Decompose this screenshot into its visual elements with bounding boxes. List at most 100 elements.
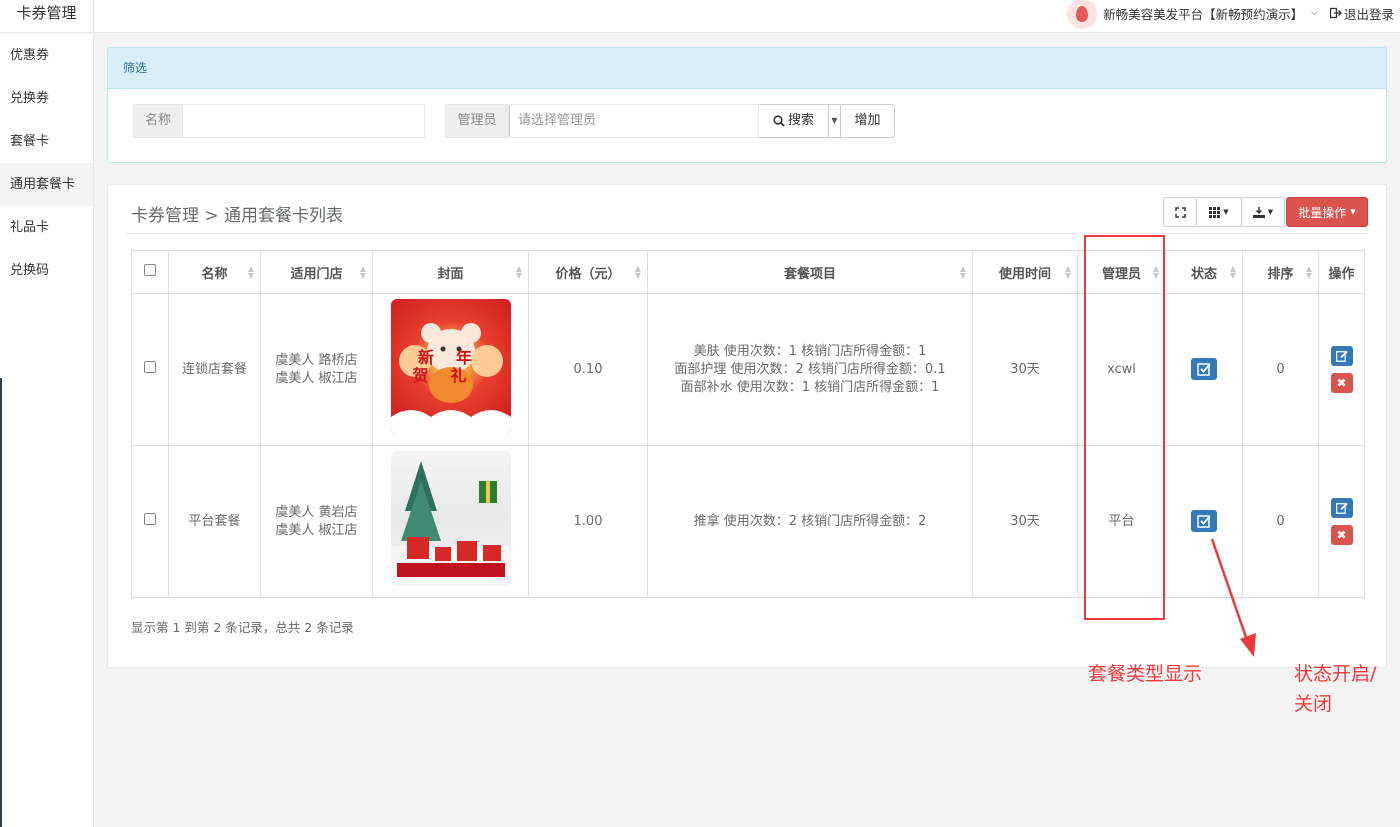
column-header-sort[interactable]: 排序 ▲ ▼ bbox=[1242, 250, 1319, 294]
pagination-info: 显示第 1 到第 2 条记录，总共 2 条记录 bbox=[131, 620, 354, 635]
sort-icon: ▲ ▼ bbox=[1305, 264, 1312, 280]
column-header-status[interactable]: 状态 ▲ ▼ bbox=[1165, 250, 1243, 294]
cell-duration: 30天 bbox=[972, 293, 1078, 446]
table-row: 连锁店套餐 虞美人 路桥店 虞美人 椒江店 新年贺礼 0.10 美肤 使用次数：… bbox=[131, 293, 1365, 446]
sidebar-item-coupon[interactable]: 优惠券 bbox=[0, 34, 93, 77]
sort-icon: ▲ ▼ bbox=[634, 264, 641, 280]
batch-operations-button[interactable]: 批量操作 ▼ bbox=[1286, 197, 1368, 227]
sort-icon: ▲ ▼ bbox=[247, 264, 254, 280]
package-card-table: 名称 ▲ ▼ 适用门店 ▲ ▼ 封面 ▲ ▼ 价格（元） ▲ ▼ 套餐项目 ▲ ▼ 使用时间 ▲ ▼ 管… bbox=[131, 250, 1365, 598]
avatar[interactable] bbox=[1067, 0, 1098, 29]
grid-icon bbox=[1209, 206, 1221, 218]
admin-select[interactable]: 请选择管理员 bbox=[509, 104, 759, 138]
batch-label: 批量操作 bbox=[1298, 205, 1347, 220]
top-right-area: 新畅美容美发平台【新畅预约演示】 ⌵ 退出登录 bbox=[1067, 0, 1394, 29]
checkbox-edit-icon bbox=[1197, 362, 1211, 376]
caret-down-icon: ▼ bbox=[1267, 208, 1274, 216]
column-header-duration[interactable]: 使用时间 ▲ ▼ bbox=[972, 250, 1078, 294]
search-label: 搜索 bbox=[787, 113, 814, 128]
row-checkbox[interactable] bbox=[144, 360, 156, 373]
annotation-highlight-box bbox=[1084, 235, 1165, 620]
fullscreen-icon bbox=[1174, 206, 1186, 218]
status-toggle-button[interactable] bbox=[1191, 357, 1217, 380]
filter-title: 筛选 bbox=[108, 48, 1386, 89]
search-button[interactable]: 搜索 bbox=[759, 104, 829, 138]
top-bar: 卡券管理 新畅美容美发平台【新畅预约演示】 ⌵ 退出登录 bbox=[0, 0, 1400, 33]
cell-duration: 30天 bbox=[972, 445, 1078, 598]
edit-icon bbox=[1335, 350, 1348, 362]
close-icon: ✖ bbox=[1336, 528, 1347, 542]
cell-actions: ✖ bbox=[1318, 293, 1365, 446]
delete-button[interactable]: ✖ bbox=[1330, 525, 1353, 545]
edit-button[interactable] bbox=[1330, 346, 1353, 366]
column-header-items[interactable]: 套餐项目 ▲ ▼ bbox=[647, 250, 973, 294]
cover-image[interactable] bbox=[390, 451, 511, 586]
list-panel: 卡券管理 > 通用套餐卡列表 ▼ ▼ 批量操作 ▼ 名称 ▲ ▼ 适用门店 ▲ ▼ 封面… bbox=[107, 184, 1387, 668]
name-filter-group: 名称 bbox=[133, 104, 425, 138]
name-input[interactable] bbox=[183, 104, 425, 138]
search-icon bbox=[773, 115, 785, 127]
cell-actions: ✖ bbox=[1318, 445, 1365, 598]
delete-button[interactable]: ✖ bbox=[1330, 373, 1353, 393]
row-checkbox[interactable] bbox=[144, 512, 156, 525]
cell-price: 1.00 bbox=[528, 445, 648, 598]
column-header-stores[interactable]: 适用门店 ▲ ▼ bbox=[260, 250, 373, 294]
filter-panel: 筛选 名称 管理员 请选择管理员 搜索 ▼ 增加 bbox=[107, 47, 1387, 163]
divider bbox=[126, 233, 1368, 234]
search-dropdown-toggle[interactable]: ▼ bbox=[829, 104, 841, 138]
name-label: 名称 bbox=[133, 104, 183, 138]
sidebar-item-exchange-voucher[interactable]: 兑换券 bbox=[0, 77, 93, 120]
admin-label: 管理员 bbox=[445, 104, 509, 138]
sidebar-item-gift-card[interactable]: 礼品卡 bbox=[0, 206, 93, 249]
close-icon: ✖ bbox=[1336, 376, 1347, 390]
cover-illustration bbox=[390, 461, 511, 586]
sidebar-edge bbox=[0, 378, 2, 827]
checkbox-edit-icon bbox=[1197, 514, 1211, 528]
status-toggle-button[interactable] bbox=[1191, 509, 1217, 532]
cell-name: 平台套餐 bbox=[168, 445, 261, 598]
cover-image[interactable]: 新年贺礼 bbox=[390, 299, 511, 434]
sort-icon: ▲ ▼ bbox=[1064, 264, 1071, 280]
export-button[interactable]: ▼ bbox=[1241, 197, 1285, 227]
cell-price: 0.10 bbox=[528, 293, 648, 446]
cell-items: 推拿 使用次数：2 核销门店所得金额：2 bbox=[647, 445, 973, 598]
sidebar: 优惠券 兑换券 套餐卡 通用套餐卡 礼品卡 兑换码 bbox=[0, 34, 94, 827]
cover-caption: 新年贺礼 bbox=[412, 348, 494, 385]
caret-down-icon: ▼ bbox=[1223, 208, 1229, 216]
edit-icon bbox=[1335, 502, 1348, 514]
cell-sort: 0 bbox=[1242, 293, 1319, 446]
sidebar-item-redeem-code[interactable]: 兑换码 bbox=[0, 249, 93, 292]
logout-button[interactable]: 退出登录 bbox=[1329, 4, 1394, 23]
row-select-cell bbox=[131, 445, 169, 598]
flame-icon bbox=[1076, 6, 1089, 22]
breadcrumb: 卡券管理 > 通用套餐卡列表 bbox=[131, 206, 344, 226]
sidebar-item-package-card[interactable]: 套餐卡 bbox=[0, 120, 93, 163]
chevron-down-icon[interactable]: ⌵ bbox=[1311, 8, 1318, 18]
row-select-cell bbox=[131, 293, 169, 446]
platform-name[interactable]: 新畅美容美发平台【新畅预约演示】 bbox=[1103, 4, 1303, 23]
column-header-price[interactable]: 价格（元） ▲ ▼ bbox=[528, 250, 648, 294]
cell-cover: 新年贺礼 bbox=[372, 293, 529, 446]
sidebar-item-general-package-card[interactable]: 通用套餐卡 bbox=[0, 163, 93, 206]
app-title: 卡券管理 bbox=[0, 0, 94, 33]
table-row: 平台套餐 虞美人 黄岩店 虞美人 椒江店 1.00 推拿 使用次数：2 核销门店… bbox=[131, 445, 1365, 598]
fullscreen-button[interactable] bbox=[1163, 197, 1197, 227]
column-header-actions: 操作 bbox=[1318, 250, 1365, 294]
sort-icon: ▲ ▼ bbox=[959, 264, 966, 280]
add-button[interactable]: 增加 bbox=[841, 104, 895, 138]
cell-name: 连锁店套餐 bbox=[168, 293, 261, 446]
column-header-name[interactable]: 名称 ▲ ▼ bbox=[168, 250, 261, 294]
column-header-cover[interactable]: 封面 ▲ ▼ bbox=[372, 250, 529, 294]
cell-cover bbox=[372, 445, 529, 598]
annotation-status-note: 状态开启/关闭 bbox=[1294, 663, 1377, 715]
columns-button[interactable]: ▼ bbox=[1196, 197, 1242, 227]
cell-stores: 虞美人 路桥店 虞美人 椒江店 bbox=[260, 293, 373, 446]
admin-filter-group: 管理员 请选择管理员 搜索 ▼ 增加 bbox=[445, 104, 895, 138]
caret-down-icon: ▼ bbox=[1350, 208, 1356, 216]
table-header-row: 名称 ▲ ▼ 适用门店 ▲ ▼ 封面 ▲ ▼ 价格（元） ▲ ▼ 套餐项目 ▲ ▼ 使用时间 ▲ ▼ 管… bbox=[131, 250, 1365, 294]
annotation-arrow bbox=[1210, 538, 1256, 657]
cell-stores: 虞美人 黄岩店 虞美人 椒江店 bbox=[260, 445, 373, 598]
edit-button[interactable] bbox=[1330, 498, 1353, 518]
select-all-checkbox[interactable] bbox=[144, 264, 156, 276]
annotation-type-note: 套餐类型显示 bbox=[1088, 663, 1203, 685]
